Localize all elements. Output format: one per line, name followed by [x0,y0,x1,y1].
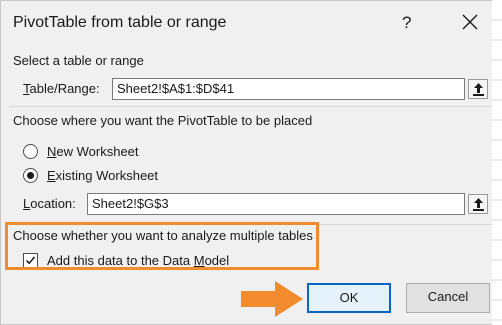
select-range-heading: Select a table or range [13,53,144,68]
placement-heading: Choose where you want the PivotTable to … [13,113,313,128]
help-button[interactable]: ? [402,13,411,33]
orange-highlight-box [5,222,319,270]
collapse-dialog-icon [473,198,484,211]
existing-worksheet-label[interactable]: Existing Worksheet [47,168,158,183]
ok-button[interactable]: OK [307,283,391,313]
table-range-collapse-button[interactable] [468,79,488,99]
close-button[interactable] [461,13,479,31]
table-range-label: Table/Range: [23,81,100,96]
location-collapse-button[interactable] [468,194,488,214]
new-worksheet-radio[interactable] [23,144,38,159]
collapse-dialog-icon [473,83,484,96]
location-label: Location: [23,196,76,211]
close-icon [462,14,478,30]
table-range-input[interactable]: Sheet2!$A$1:$D$41 [112,78,465,100]
new-worksheet-label[interactable]: New Worksheet [47,144,139,159]
section-divider [9,106,495,107]
location-input[interactable]: Sheet2!$G$3 [87,193,465,215]
pointer-arrow-icon [241,281,303,317]
spreadsheet-background [492,0,502,325]
pivottable-dialog: PivotTable from table or range ? Select … [0,0,502,325]
existing-worksheet-radio[interactable] [23,168,38,183]
dialog-title: PivotTable from table or range [13,14,227,31]
cancel-button[interactable]: Cancel [406,283,490,313]
